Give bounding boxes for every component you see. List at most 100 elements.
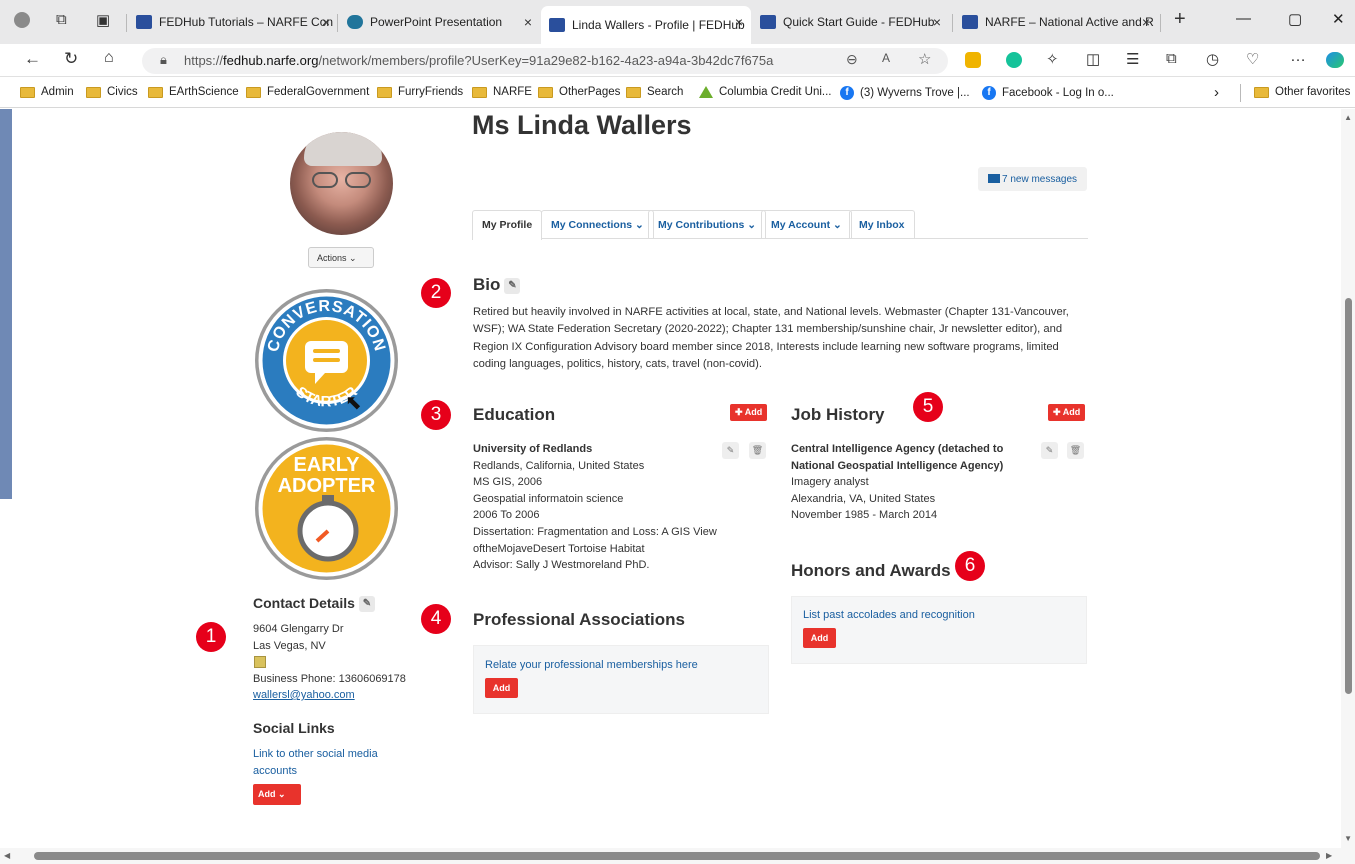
tab-label: My Inbox — [859, 219, 905, 231]
read-aloud-icon[interactable]: A — [882, 51, 890, 65]
associations-add-button[interactable]: Add — [485, 678, 518, 698]
bookmark-federalgovernment[interactable]: FederalGovernment — [246, 86, 369, 98]
edit-pencil-icon[interactable]: ✎ — [504, 278, 521, 294]
bookmark-columbia-credit[interactable]: Columbia Credit Uni... — [699, 86, 831, 98]
bookmark-narfe[interactable]: NARFE — [472, 86, 532, 98]
bookmark-admin[interactable]: Admin — [20, 86, 74, 98]
history-icon[interactable]: ◷ — [1206, 50, 1219, 68]
education-add-button[interactable]: ✚ Add — [730, 404, 768, 421]
bookmark-label: Search — [647, 86, 684, 98]
annotation-marker-3: 3 — [421, 400, 451, 430]
tab-powerpoint[interactable]: PowerPoint Presentation × — [339, 6, 540, 38]
scroll-up-icon[interactable]: ▲ — [1344, 113, 1352, 122]
extensions-icon[interactable]: ✧ — [1046, 50, 1059, 68]
home-icon[interactable]: ⌂ — [104, 49, 114, 67]
collections-toolbar-icon[interactable]: ⧉ — [1166, 50, 1177, 67]
tab-narfe[interactable]: NARFE – National Active and R × — [954, 6, 1158, 38]
browser-tab-bar: ⧉ ▣ FEDHub Tutorials – NARFE Con × Power… — [0, 0, 1355, 44]
actions-label: Actions — [317, 253, 347, 263]
favorite-star-icon[interactable]: ☆ — [918, 50, 931, 68]
contact-email-link[interactable]: wallersl@yahoo.com — [253, 687, 355, 704]
plus-icon: ✚ — [1053, 407, 1061, 417]
vertical-scroll-thumb[interactable] — [1345, 298, 1352, 694]
bookmark-otherpages[interactable]: OtherPages — [538, 86, 620, 98]
collections-icon[interactable]: ⧉ — [56, 11, 67, 28]
tab-actions-icon[interactable]: ▣ — [96, 11, 110, 29]
trash-icon[interactable]: 🗑︎ — [1067, 442, 1084, 459]
tab-my-profile[interactable]: My Profile — [472, 210, 543, 240]
tab-my-connections[interactable]: My Connections ⌄ — [541, 210, 654, 239]
extension-icon[interactable] — [965, 52, 981, 68]
honors-prompt-link[interactable]: List past accolades and recognition — [803, 607, 975, 624]
scroll-right-icon[interactable]: ▶ — [1326, 851, 1332, 860]
education-heading: Education — [473, 405, 556, 424]
url-input[interactable]: https://fedhub.narfe.org/network/members… — [142, 48, 948, 74]
add-label: Add — [1062, 407, 1081, 417]
split-screen-icon[interactable]: ◫ — [1086, 50, 1100, 68]
tab-fedhub-tutorials[interactable]: FEDHub Tutorials – NARFE Con × — [128, 6, 338, 38]
tab-my-contributions[interactable]: My Contributions ⌄ — [648, 210, 767, 239]
bookmark-label: Columbia Credit Uni... — [719, 86, 832, 98]
bookmark-label: FurryFriends — [398, 86, 464, 98]
tab-quick-start-guide[interactable]: Quick Start Guide - FEDHub × — [752, 6, 949, 38]
bookmark-civics[interactable]: Civics — [86, 86, 138, 98]
narfe-favicon — [962, 15, 978, 29]
social-add-dropdown[interactable]: Add ⌄ — [253, 784, 301, 805]
refresh-icon[interactable]: ↻ — [64, 49, 78, 69]
tab-my-inbox[interactable]: My Inbox — [849, 210, 915, 239]
scroll-left-icon[interactable]: ◀ — [4, 851, 10, 860]
bookmark-other-favorites[interactable]: Other favorites — [1254, 86, 1350, 98]
bookmark-wyverns-trove[interactable]: f (3) Wyverns Trove |... — [840, 86, 970, 100]
bookmark-earthscience[interactable]: EArthScience — [148, 86, 239, 98]
zoom-icon[interactable]: ⊖ — [846, 51, 858, 68]
folder-icon — [626, 86, 641, 98]
back-icon[interactable]: ← — [24, 49, 41, 69]
edit-pencil-icon[interactable]: ✎ — [722, 442, 739, 459]
bookmarks-overflow-icon[interactable]: › — [1214, 84, 1219, 101]
minimize-button[interactable]: — — [1236, 10, 1251, 27]
health-icon[interactable]: ♡ — [1246, 50, 1259, 68]
tab-my-account[interactable]: My Account ⌄ — [761, 210, 852, 239]
honors-heading: Honors and Awards — [791, 561, 951, 580]
social-link-prompt[interactable]: Link to other social media accounts — [253, 746, 378, 779]
maximize-button[interactable]: ▢ — [1288, 10, 1302, 28]
bookmark-facebook-login[interactable]: f Facebook - Log In o... — [982, 86, 1114, 100]
new-tab-button[interactable]: + — [1174, 8, 1186, 31]
honors-add-button[interactable]: Add — [803, 628, 836, 648]
avatar[interactable] — [290, 132, 393, 235]
actions-dropdown[interactable]: Actions ⌄ — [308, 247, 374, 268]
bookmark-furryfriends[interactable]: FurryFriends — [377, 86, 463, 98]
close-window-button[interactable]: ✕ — [1332, 10, 1345, 28]
new-messages-button[interactable]: 7 new messages — [978, 167, 1087, 191]
profile-icon[interactable] — [14, 12, 30, 28]
scroll-down-icon[interactable]: ▼ — [1344, 834, 1352, 843]
close-tab-icon[interactable]: × — [322, 14, 330, 30]
favorites-icon[interactable]: ☰ — [1126, 50, 1139, 68]
map-icon[interactable] — [254, 656, 266, 668]
associations-prompt-link[interactable]: Relate your professional memberships her… — [485, 657, 698, 674]
close-tab-icon[interactable]: × — [933, 14, 941, 30]
education-line: Advisor: Sally J Westmoreland PhD. — [473, 559, 650, 571]
copilot-icon[interactable] — [1326, 52, 1344, 68]
folder-icon — [246, 86, 261, 98]
trash-icon[interactable]: 🗑︎ — [749, 442, 766, 459]
folder-icon — [472, 86, 487, 98]
annotation-marker-2: 2 — [421, 278, 451, 308]
close-tab-icon[interactable]: × — [524, 14, 532, 30]
close-tab-icon[interactable]: × — [735, 14, 743, 30]
job-history-add-button[interactable]: ✚ Add — [1048, 404, 1086, 421]
tab-title: NARFE – National Active and R — [985, 15, 1154, 29]
horizontal-scroll-thumb[interactable] — [34, 852, 1320, 860]
lock-icon[interactable]: 🔒︎ — [160, 52, 167, 68]
chevron-down-icon: ⌄ — [278, 789, 286, 799]
edit-pencil-icon[interactable]: ✎ — [1041, 442, 1058, 459]
grammarly-icon[interactable] — [1006, 52, 1022, 68]
education-line: Geospatial informatoin science — [473, 493, 624, 505]
close-tab-icon[interactable]: × — [1142, 14, 1150, 30]
bookmark-search[interactable]: Search — [626, 86, 683, 98]
edit-pencil-icon[interactable]: ✎ — [358, 596, 375, 612]
folder-icon — [148, 86, 163, 98]
tab-linda-wallers-profile[interactable]: Linda Wallers - Profile | FEDHub × — [541, 6, 751, 44]
bookmark-label: FederalGovernment — [267, 86, 370, 98]
more-icon[interactable]: … — [1290, 48, 1306, 66]
